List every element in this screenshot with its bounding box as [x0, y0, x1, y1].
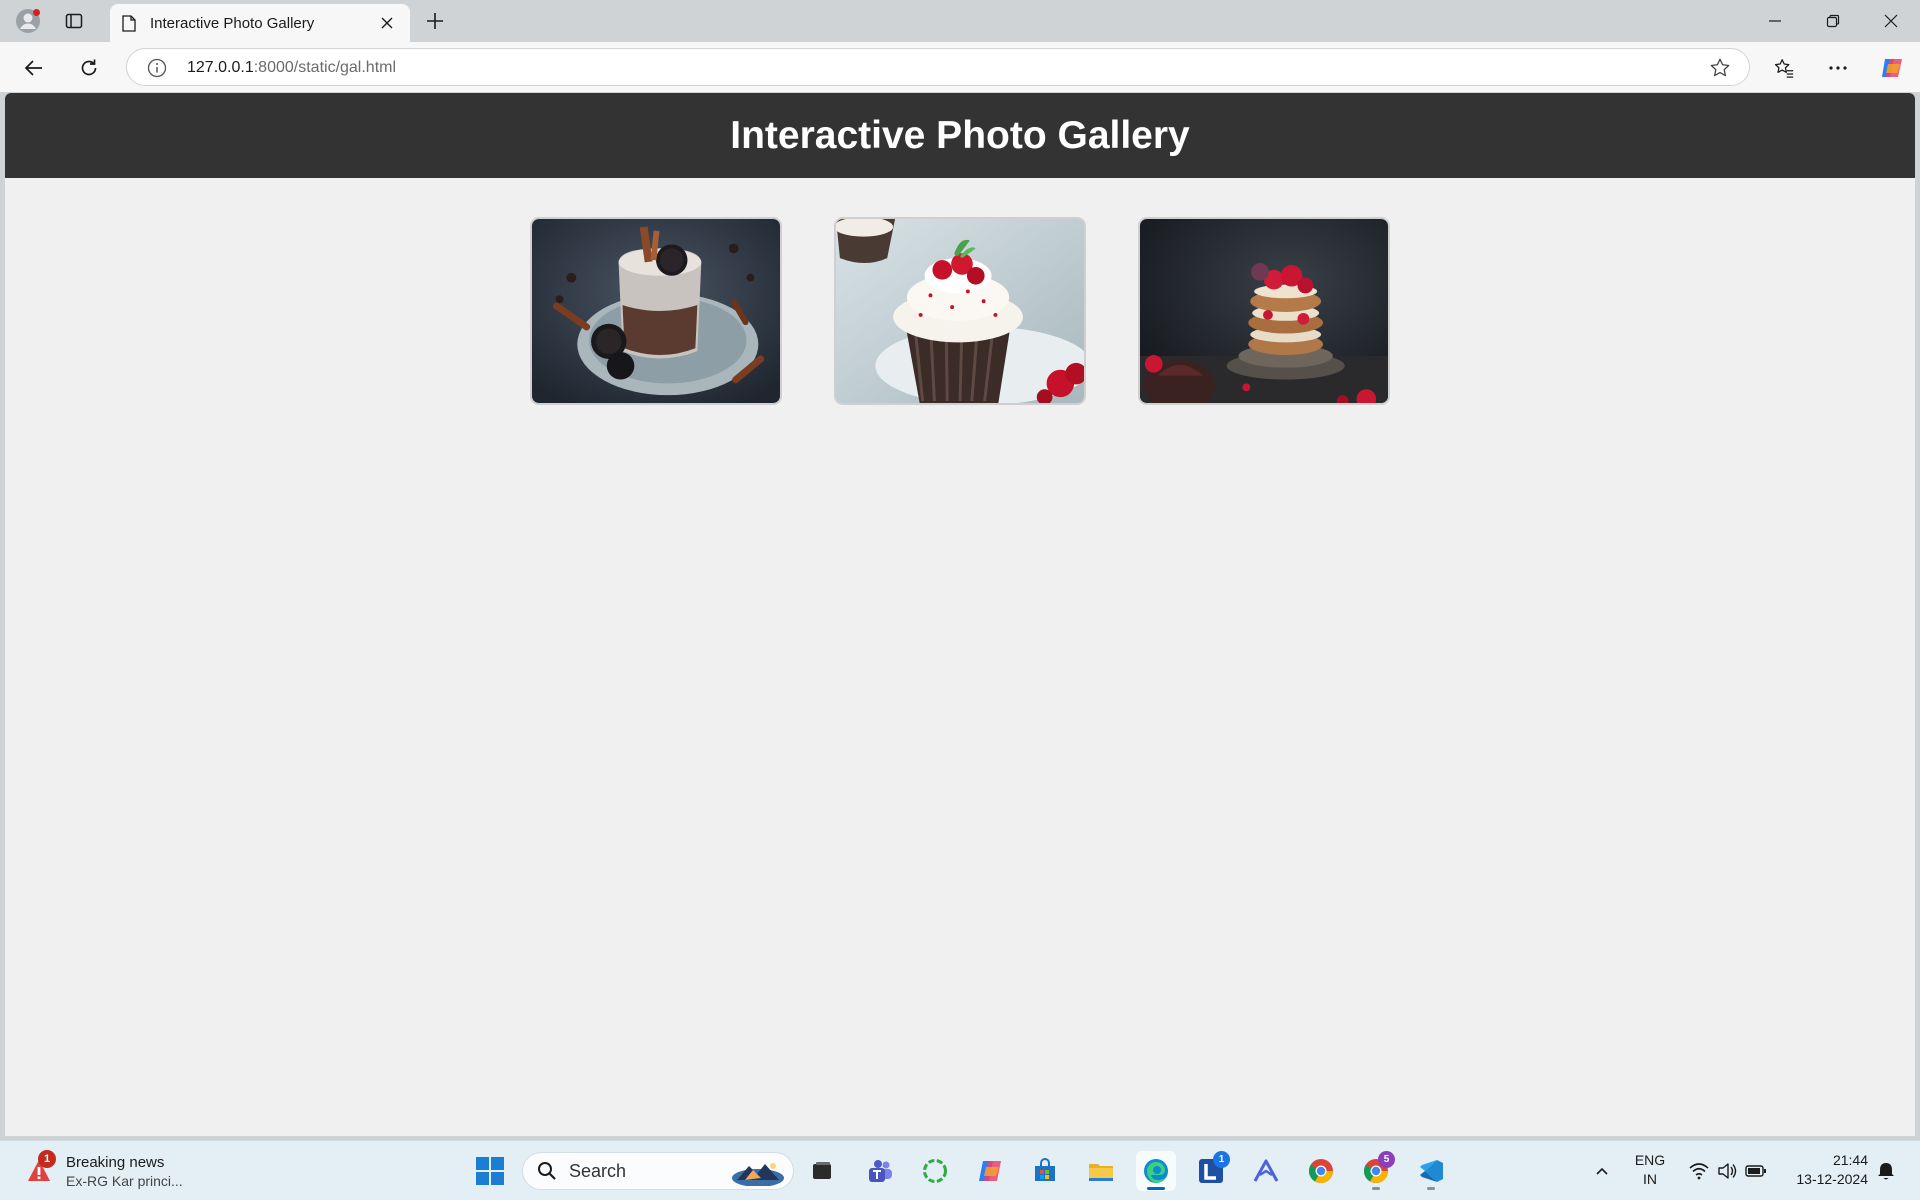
reload-button[interactable]	[73, 52, 105, 84]
browser-toolbar: 127.0.0.1:8000/static/gal.html	[0, 42, 1920, 92]
search-icon	[538, 1162, 556, 1180]
red-velvet-cupcake-image	[836, 219, 1084, 403]
url-host: 127.0.0.1	[187, 59, 254, 76]
store-icon	[1035, 1158, 1055, 1181]
page-icon	[122, 14, 136, 32]
news-icon: 1	[24, 1150, 56, 1186]
tab-actions-icon	[65, 13, 83, 29]
taskbar-app-refresh[interactable]	[915, 1151, 955, 1191]
language-line-1: ENG	[1634, 1152, 1666, 1168]
minimize-icon	[1769, 20, 1781, 22]
page-viewport: Interactive Photo Gallery	[5, 93, 1915, 1136]
news-widget[interactable]: 1 Breaking news Ex-RG Kar princi...	[24, 1149, 183, 1193]
file-explorer-icon	[1089, 1164, 1113, 1181]
more-dots-icon	[1829, 66, 1847, 70]
close-window-button[interactable]	[1868, 6, 1914, 36]
url-text: 127.0.0.1:8000/static/gal.html	[187, 59, 396, 77]
taskbar-app-teams[interactable]	[860, 1151, 900, 1191]
chevron-up-icon	[1596, 1167, 1608, 1175]
cookies-and-cream-drink-image	[532, 219, 780, 403]
taskbar-app-l[interactable]: 1	[1191, 1151, 1231, 1191]
minimize-button[interactable]	[1752, 6, 1798, 36]
back-arrow-icon	[24, 60, 42, 76]
language-indicator[interactable]: ENG IN	[1628, 1151, 1672, 1189]
clock[interactable]: 21:44 13-12-2024	[1780, 1151, 1868, 1189]
taskbar-app-chrome-profile[interactable]: 5	[1356, 1151, 1396, 1191]
taskbar-app-copilot[interactable]	[970, 1151, 1010, 1191]
start-button[interactable]	[472, 1153, 508, 1189]
bell-icon	[1878, 1163, 1894, 1180]
running-app-indicator	[1427, 1187, 1435, 1190]
gallery-photo-1[interactable]	[530, 217, 782, 405]
clock-date: 13-12-2024	[1796, 1171, 1868, 1187]
wifi-icon	[1689, 1163, 1709, 1180]
favorites-button[interactable]	[1768, 52, 1800, 84]
favorites-icon	[1774, 59, 1794, 78]
vscode-icon	[1420, 1160, 1443, 1182]
reload-icon	[81, 59, 97, 76]
taskbar: 1 Breaking news Ex-RG Kar princi... Sear…	[0, 1140, 1920, 1200]
tab-close-button[interactable]	[376, 12, 398, 34]
copilot-button[interactable]	[1876, 52, 1908, 84]
taskbar-app-triangle[interactable]	[1246, 1151, 1286, 1191]
battery-icon	[1745, 1165, 1766, 1177]
chrome-icon	[1308, 1159, 1333, 1184]
close-icon	[381, 17, 393, 29]
taskbar-app-file-explorer[interactable]	[1081, 1151, 1121, 1191]
address-bar[interactable]: 127.0.0.1:8000/static/gal.html	[126, 48, 1750, 86]
active-app-indicator	[1147, 1187, 1165, 1190]
tab-title: Interactive Photo Gallery	[150, 14, 315, 32]
tab-actions-button[interactable]	[60, 8, 88, 34]
restore-button[interactable]	[1810, 6, 1856, 36]
copilot-icon	[979, 1161, 1001, 1181]
notifications-button[interactable]	[1872, 1151, 1900, 1191]
plus-icon	[427, 13, 443, 29]
task-view-icon	[813, 1162, 831, 1179]
restore-icon	[1826, 14, 1840, 28]
close-icon	[1884, 14, 1898, 28]
tab-strip: Interactive Photo Gallery	[0, 0, 1920, 42]
taskbar-search[interactable]: Search	[522, 1152, 794, 1190]
taskbar-app-store[interactable]	[1025, 1151, 1065, 1191]
gallery-photo-3[interactable]	[1138, 217, 1390, 405]
refresh-circle-app-icon	[923, 1159, 947, 1183]
taskbar-app-chrome[interactable]	[1301, 1151, 1341, 1191]
new-tab-button[interactable]	[420, 8, 450, 34]
search-highlight-icon	[732, 1163, 784, 1186]
site-info-icon[interactable]	[147, 58, 167, 78]
settings-more-button[interactable]	[1822, 52, 1854, 84]
windows-logo-icon	[476, 1157, 504, 1185]
news-subtitle: Ex-RG Kar princi...	[66, 1172, 183, 1189]
taskbar-app-edge[interactable]	[1136, 1151, 1176, 1191]
search-placeholder: Search	[569, 1160, 627, 1181]
chrome-profile-badge: 5	[1378, 1151, 1395, 1168]
copilot-icon	[1882, 59, 1902, 77]
gallery-photo-2[interactable]	[834, 217, 1086, 405]
profile-notification-dot	[33, 9, 40, 16]
edge-icon	[1144, 1159, 1168, 1183]
running-app-indicator	[1372, 1187, 1380, 1190]
page-title: Interactive Photo Gallery	[730, 113, 1190, 157]
url-path: :8000/static/gal.html	[253, 59, 397, 76]
raspberry-cookie-stack-image	[1140, 219, 1388, 403]
photo-gallery	[5, 217, 1915, 405]
taskbar-app-vscode[interactable]	[1411, 1151, 1451, 1191]
volume-icon	[1718, 1163, 1737, 1179]
teams-icon	[869, 1160, 892, 1182]
news-badge: 1	[38, 1150, 56, 1168]
tab-active[interactable]: Interactive Photo Gallery	[110, 4, 410, 42]
show-hidden-icons-button[interactable]	[1588, 1151, 1616, 1191]
quick-settings-button[interactable]	[1684, 1151, 1772, 1191]
page-header: Interactive Photo Gallery	[5, 93, 1915, 178]
clock-time: 21:44	[1832, 1152, 1868, 1168]
profile-button[interactable]	[12, 7, 44, 35]
back-button[interactable]	[18, 52, 50, 84]
taskbar-app-task-view[interactable]	[802, 1151, 842, 1191]
triangle-app-icon	[1253, 1159, 1279, 1182]
language-line-2: IN	[1643, 1171, 1657, 1187]
l-app-badge: 1	[1213, 1151, 1230, 1168]
news-headline: Breaking news	[66, 1153, 165, 1171]
favorite-star-icon[interactable]	[1709, 57, 1731, 79]
